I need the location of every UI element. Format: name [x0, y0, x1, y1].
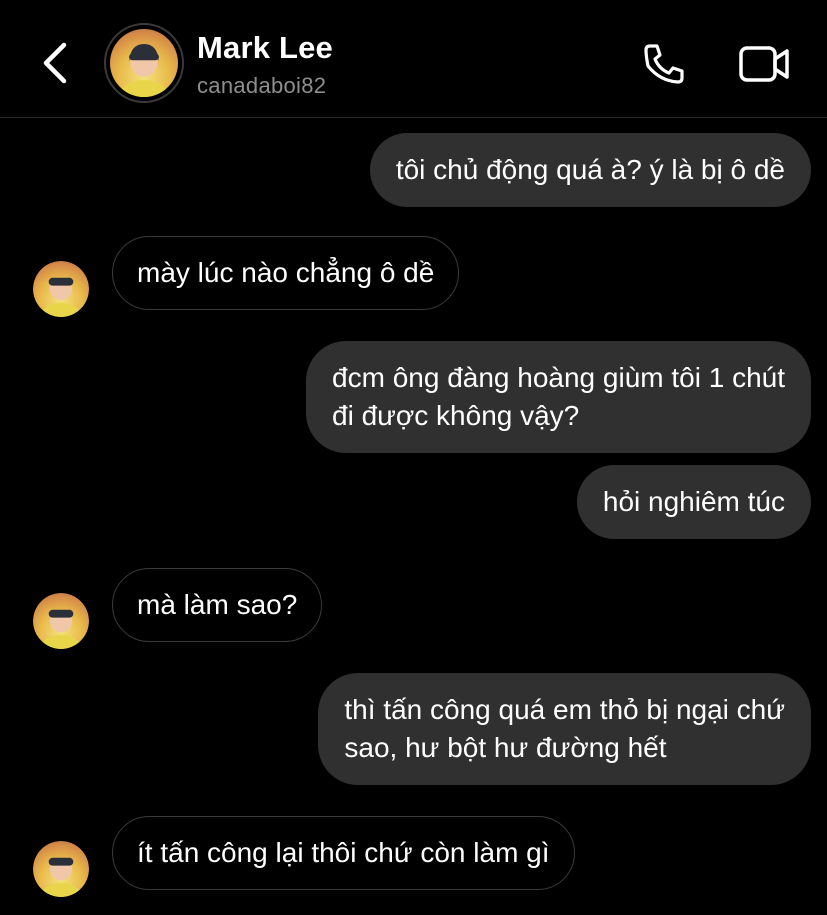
chat-screen: Mark Lee canadaboi82 tôi chủ động quá à?… — [0, 0, 827, 915]
message-text-line: đcm ông đàng hoàng giùm tôi 1 chút — [332, 362, 785, 393]
avatar-image — [38, 277, 84, 317]
contact-name[interactable]: Mark Lee — [197, 30, 333, 66]
sender-avatar[interactable] — [33, 841, 89, 897]
message-bubble-sent[interactable]: tôi chủ động quá à? ý là bị ô dề — [369, 133, 811, 207]
message-bubble-sent[interactable]: thì tấn công quá em thỏ bị ngại chứ sao,… — [318, 673, 811, 785]
voice-call-button[interactable] — [636, 38, 692, 90]
message-text: ít tấn công lại thôi chứ còn làm gì — [137, 837, 550, 868]
message-bubble-received[interactable]: ít tấn công lại thôi chứ còn làm gì — [112, 816, 575, 890]
avatar-image — [38, 857, 84, 897]
message-bubble-sent[interactable]: đcm ông đàng hoàng giùm tôi 1 chút đi đư… — [306, 341, 811, 453]
message-text-line: thì tấn công quá em thỏ bị ngại chứ — [344, 694, 785, 725]
message-text: mày lúc nào chẳng ô dề — [137, 257, 435, 288]
back-button[interactable] — [30, 38, 80, 88]
message-text: hỏi nghiêm túc — [602, 486, 785, 517]
message-bubble-received[interactable]: mà làm sao? — [112, 568, 323, 642]
sender-avatar[interactable] — [33, 593, 89, 649]
avatar-image — [38, 609, 84, 649]
message-text-line: đi được không vậy? — [332, 400, 580, 431]
contact-username[interactable]: canadaboi82 — [197, 73, 326, 99]
message-bubble-received[interactable]: mày lúc nào chẳng ô dề — [112, 236, 460, 310]
chat-header: Mark Lee canadaboi82 — [0, 0, 827, 118]
video-camera-icon — [739, 46, 789, 82]
message-text: tôi chủ động quá à? ý là bị ô dề — [395, 154, 785, 185]
message-text: mà làm sao? — [137, 589, 298, 620]
profile-avatar[interactable] — [104, 23, 184, 103]
chevron-left-icon — [43, 42, 67, 84]
avatar-image — [117, 43, 171, 97]
video-call-button[interactable] — [734, 38, 794, 90]
sender-avatar[interactable] — [33, 261, 89, 317]
phone-icon — [644, 44, 684, 84]
message-text-line: sao, hư bột hư đường hết — [344, 732, 667, 763]
message-bubble-sent[interactable]: hỏi nghiêm túc — [576, 465, 811, 539]
